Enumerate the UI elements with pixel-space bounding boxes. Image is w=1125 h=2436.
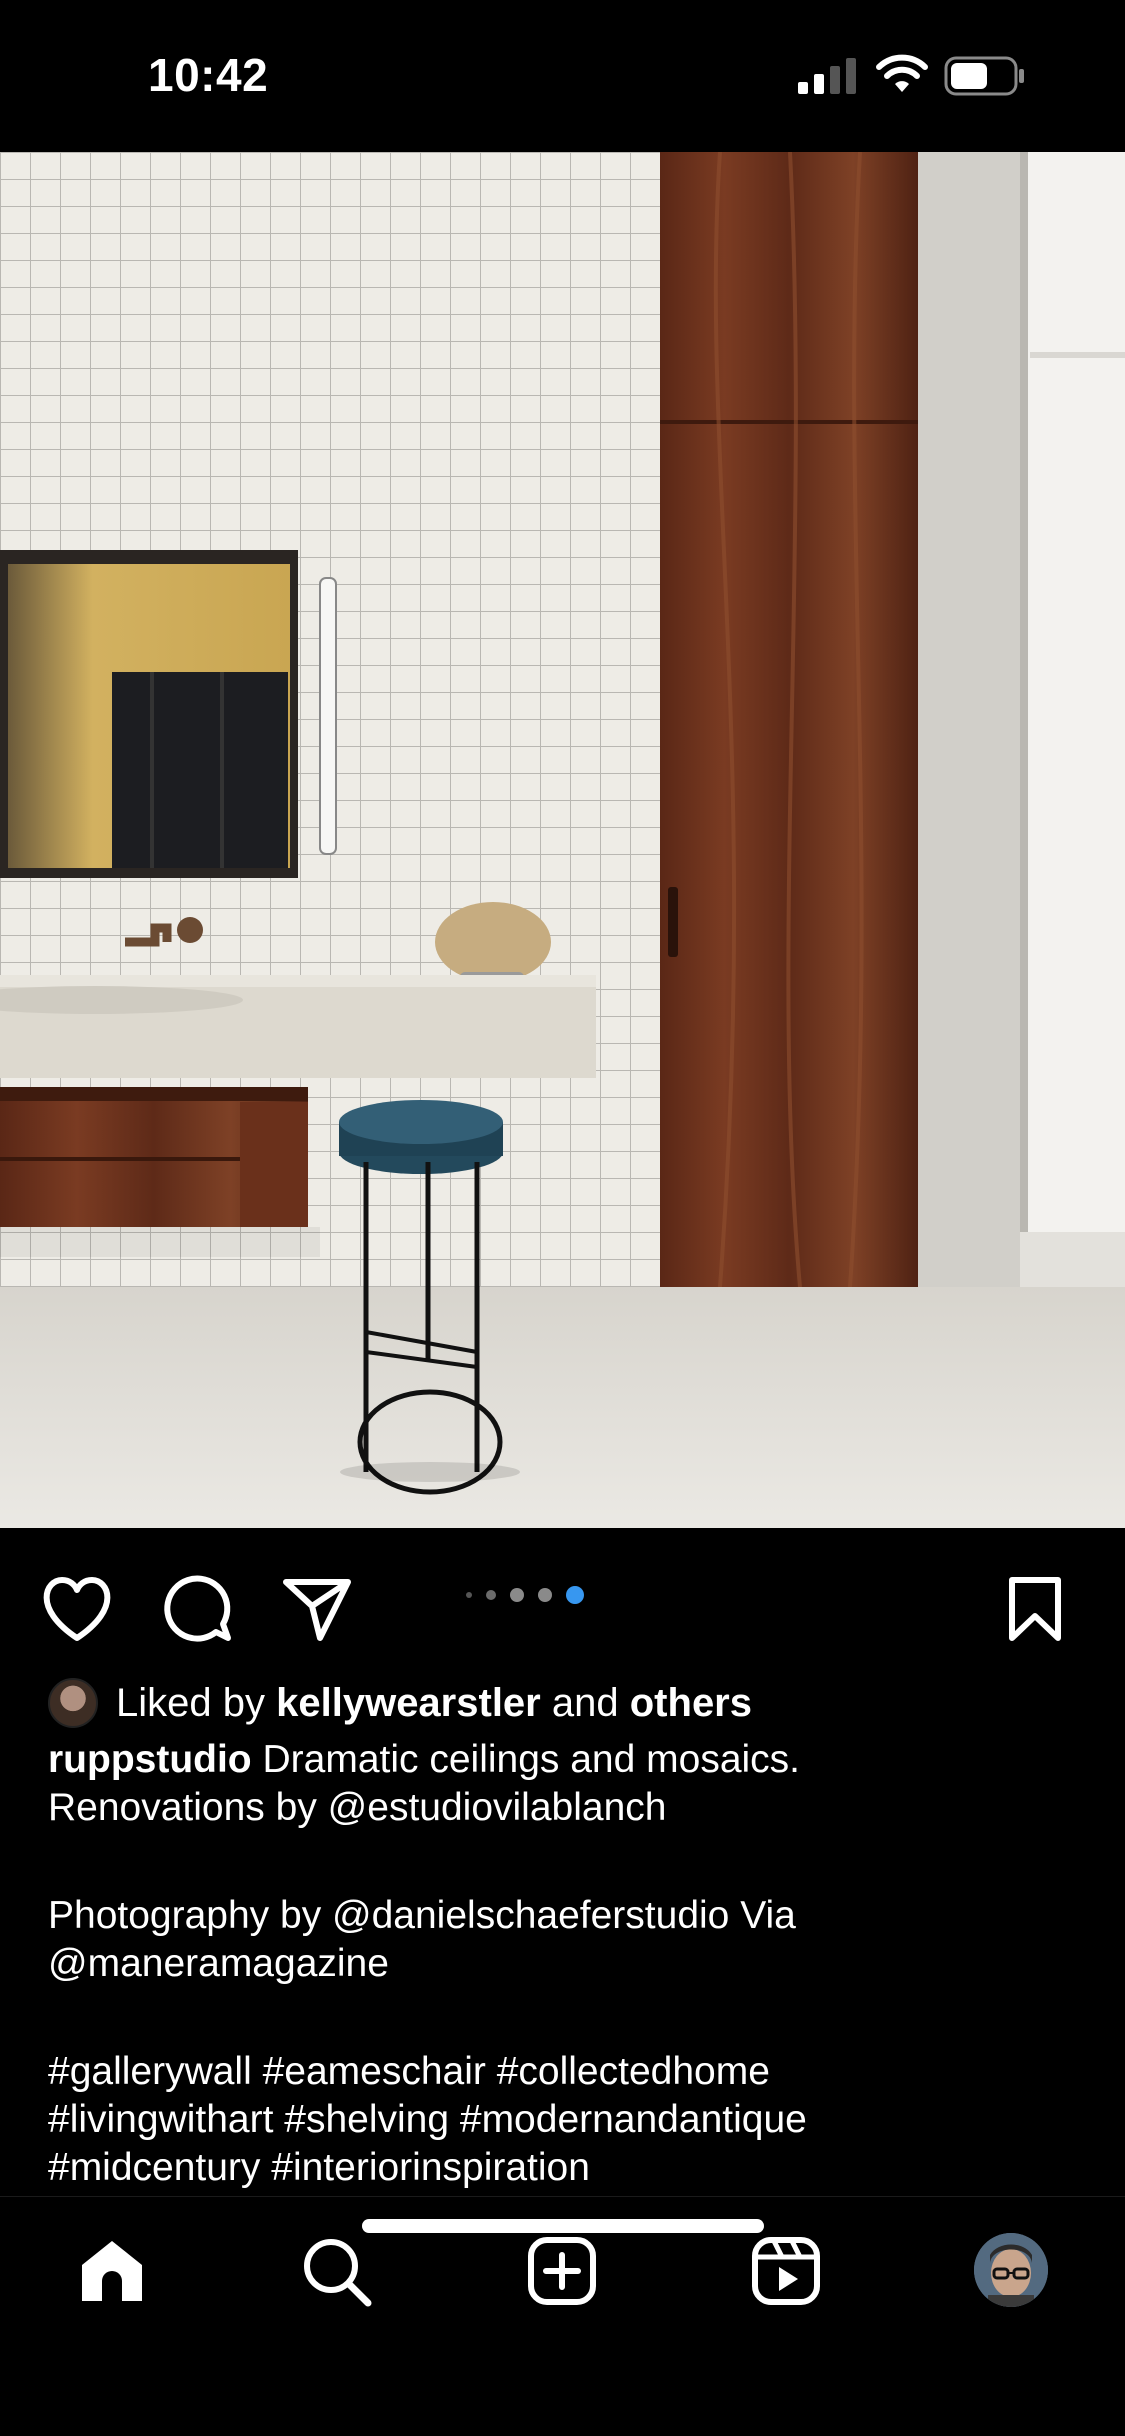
home-indicator <box>362 2219 764 2233</box>
carousel-dot <box>486 1590 496 1600</box>
caption-line: @maneramagazine <box>48 1942 389 1985</box>
caption-line: Photography by @danielschaeferstudio Via <box>48 1894 796 1937</box>
liker-avatar <box>48 1678 98 1728</box>
reels-icon[interactable] <box>750 2235 822 2307</box>
profile-photo <box>974 2233 1048 2307</box>
comment-icon[interactable] <box>160 1574 234 1644</box>
bottom-tab-bar <box>0 2196 1125 2436</box>
home-icon[interactable] <box>76 2235 148 2307</box>
carousel-dot <box>466 1592 472 1598</box>
carousel-dot <box>538 1588 552 1602</box>
caption-hashtags: #livingwithart #shelving #modernandantiq… <box>48 2098 807 2141</box>
caption-line: Dramatic ceilings and mosaics. <box>262 1738 801 1781</box>
wifi-icon <box>876 54 928 92</box>
caption-hashtags: #gallerywall #eameschair #collectedhome <box>48 2050 770 2093</box>
liker-username[interactable]: kellywearstler <box>276 1681 541 1726</box>
search-icon[interactable] <box>300 2235 372 2307</box>
plus-square-icon[interactable] <box>526 2235 598 2307</box>
likes-summary[interactable]: Liked by kellywearstler and others <box>48 1676 752 1730</box>
profile-avatar[interactable] <box>974 2233 1048 2307</box>
paper-plane-icon[interactable] <box>280 1574 354 1644</box>
bathroom-photo <box>0 152 1125 1528</box>
caption-hashtags: #midcentury #interiorinspiration <box>48 2146 590 2189</box>
post-caption: ruppstudio Dramatic ceilings and mosaics… <box>48 1736 1078 2192</box>
carousel-indicator <box>466 1586 584 1604</box>
status-bar: 10:42 <box>0 0 1125 152</box>
status-time: 10:42 <box>148 49 269 101</box>
cellular-signal-icon <box>798 58 856 94</box>
likes-joiner: and <box>551 1680 619 1725</box>
battery-icon <box>944 56 1024 96</box>
likes-prefix: Liked by <box>116 1680 265 1725</box>
likes-others[interactable]: others <box>630 1681 752 1726</box>
post-image[interactable] <box>0 152 1125 1528</box>
caption-line: Renovations by @estudiovilablanch <box>48 1786 667 1829</box>
carousel-dot <box>510 1588 524 1602</box>
carousel-dot-active <box>566 1586 584 1604</box>
caption-username[interactable]: ruppstudio <box>48 1738 252 1781</box>
bookmark-icon[interactable] <box>1000 1574 1070 1644</box>
heart-icon[interactable] <box>40 1574 114 1644</box>
